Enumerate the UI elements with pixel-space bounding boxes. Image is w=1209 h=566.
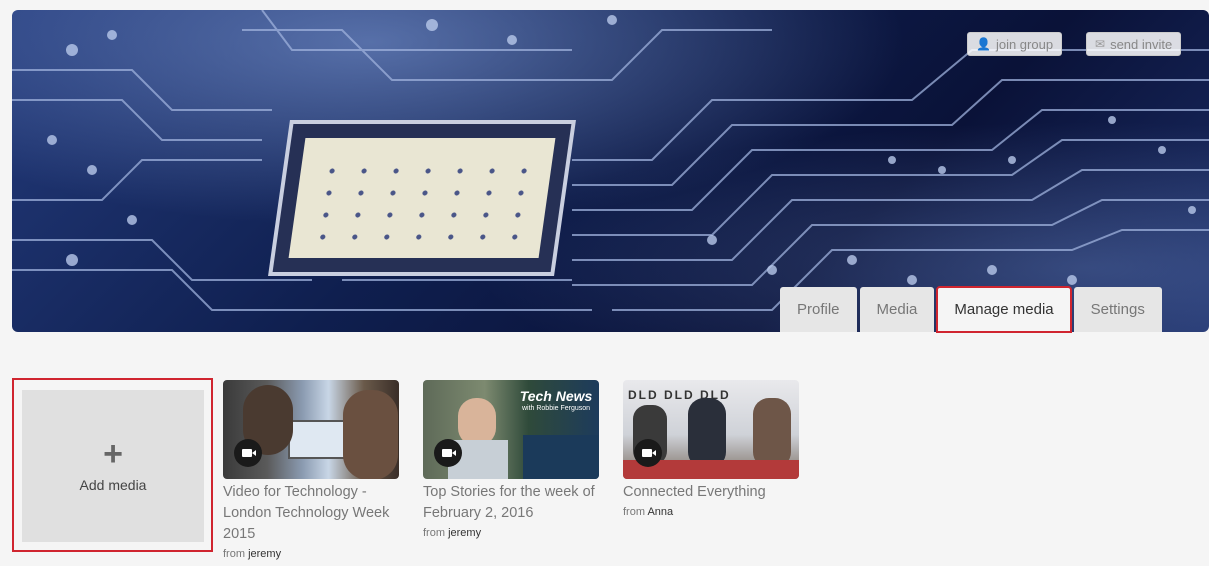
video-camera-icon	[434, 439, 462, 467]
send-invite-button[interactable]: ✉ send invite	[1086, 32, 1182, 56]
media-card: Video for Technology - London Technology…	[223, 380, 399, 560]
tab-media[interactable]: Media	[859, 287, 935, 332]
video-camera-icon	[634, 439, 662, 467]
group-banner	[12, 10, 1209, 332]
chip-pins-graphic	[306, 160, 538, 240]
user-icon: 👤	[976, 37, 991, 51]
join-group-label: join group	[995, 36, 1054, 52]
thumbnail-subcaption: with Robbie Ferguson	[521, 405, 591, 412]
send-invite-label: send invite	[1110, 36, 1173, 52]
add-media-label: Add media	[79, 477, 147, 493]
plus-icon: +	[103, 435, 123, 473]
group-tabs: Profile Media Manage media Settings	[780, 286, 1162, 333]
media-author: from Anna	[623, 506, 674, 518]
video-camera-icon	[234, 439, 262, 467]
tab-settings[interactable]: Settings	[1073, 287, 1162, 332]
media-author: from jeremy	[423, 527, 482, 539]
media-card: Tech News with Robbie Ferguson Top Stori…	[423, 380, 599, 539]
add-media-button[interactable]: + Add media	[22, 390, 204, 542]
media-title[interactable]: Video for Technology - London Technology…	[223, 482, 399, 545]
media-thumbnail[interactable]: Tech News with Robbie Ferguson	[423, 380, 599, 479]
media-thumbnail[interactable]	[223, 380, 399, 479]
media-author: from jeremy	[223, 548, 282, 560]
tab-manage-media[interactable]: Manage media	[936, 286, 1072, 333]
media-thumbnail[interactable]: DLD DLD DLD	[623, 380, 799, 479]
join-group-button[interactable]: 👤 join group	[967, 32, 1063, 56]
media-card: DLD DLD DLD Connected Everything from An…	[623, 380, 799, 518]
thumbnail-caption: Tech News	[519, 388, 593, 404]
add-media-highlight: + Add media	[12, 378, 213, 552]
media-title[interactable]: Connected Everything	[623, 482, 799, 503]
tab-profile[interactable]: Profile	[780, 287, 857, 332]
circuit-board-image	[12, 10, 1209, 311]
envelope-icon: ✉	[1095, 37, 1106, 51]
media-title[interactable]: Top Stories for the week of February 2, …	[423, 482, 599, 524]
